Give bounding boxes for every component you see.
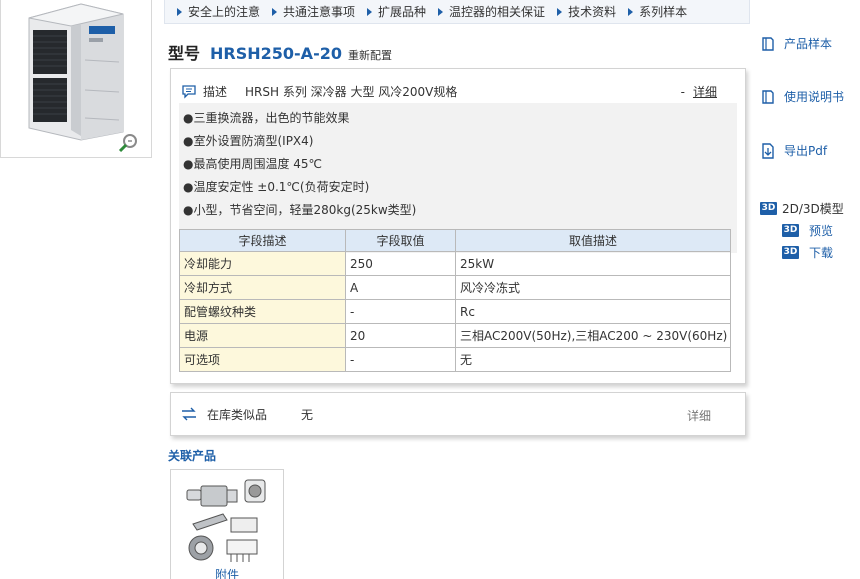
nav-item-variants[interactable]: 扩展品种 [367, 3, 426, 20]
value-desc-cell: 三相AC200V(50Hz),三相AC200 ~ 230V(60Hz) [455, 323, 731, 348]
reconfigure-link[interactable]: 重新配置 [348, 47, 392, 63]
feature-item: ●室外设置防滴型(IPX4) [183, 134, 314, 148]
feature-item: ●最高使用周围温度 45℃ [183, 157, 323, 171]
zoom-magnifier-icon[interactable] [117, 132, 139, 154]
3d-badge-icon: 3D [782, 246, 799, 259]
triangle-right-icon [557, 7, 563, 16]
value-cell: - [345, 299, 456, 324]
column-header: 字段取值 [345, 229, 456, 252]
top-nav-bar: 安全上的注意 共通注意事项 扩展品种 温控器的相关保证 技术资料 系列样本 [164, 0, 750, 24]
feature-item: ●小型，节省空间，轻量280kg(25kw类型) [183, 203, 417, 217]
related-products-title: 关联产品 [168, 449, 217, 463]
3d-badge-icon: 3D [760, 202, 777, 215]
similar-stock-value: 无 [301, 407, 314, 422]
model-code: HRSH250-A-20 [210, 44, 342, 63]
manual-link[interactable]: 使用说明书 [760, 88, 844, 105]
triangle-right-icon [628, 7, 634, 16]
triangle-right-icon [272, 7, 278, 16]
swap-arrows-icon [182, 407, 196, 421]
triangle-right-icon [438, 7, 444, 16]
similar-stock-label: 在库类似品 [207, 407, 268, 422]
feature-item: ●温度安定性 ±0.1℃(负荷安定时) [183, 180, 370, 194]
value-cell: A [345, 275, 456, 300]
triangle-right-icon [367, 7, 373, 16]
table-row: 冷却方式 A 风冷冷冻式 [179, 275, 731, 300]
model-title: 型号 HRSH250-A-20 重新配置 [168, 40, 392, 64]
description-header: 描述 HRSH 系列 深冷器 大型 风冷200V规格 - 详细 [181, 81, 731, 101]
nav-item-tech-docs[interactable]: 技术资料 [557, 3, 616, 20]
table-row: 电源 20 三相AC200V(50Hz),三相AC200 ~ 230V(60Hz… [179, 323, 731, 348]
field-cell: 冷却能力 [179, 251, 346, 276]
chiller-unit-image [28, 3, 124, 141]
description-more: - 详细 [680, 85, 717, 99]
table-row: 可选项 - 无 [179, 347, 731, 372]
column-header: 取值描述 [455, 229, 731, 252]
pdf-export-icon [762, 142, 774, 159]
value-desc-cell: 25kW [455, 251, 731, 276]
nav-item-safety[interactable]: 安全上的注意 [177, 3, 260, 20]
similar-stock-panel: 在库类似品 无 详细 [170, 392, 746, 436]
nav-item-common-notes[interactable]: 共通注意事项 [272, 3, 355, 20]
spec-table: 字段描述 字段取值 取值描述 冷却能力 250 25kW 冷却方式 A 风冷冷冻… [179, 229, 731, 372]
manual-book-icon [762, 89, 774, 104]
product-image-box[interactable] [0, 0, 152, 158]
similar-detail-link[interactable]: 详细 [687, 407, 711, 424]
book-icon [762, 36, 774, 51]
description-text: HRSH 系列 深冷器 大型 风冷200V规格 [245, 84, 458, 99]
column-header: 字段描述 [179, 229, 346, 252]
table-row: 冷却能力 250 25kW [179, 251, 731, 276]
feature-item: ●三重换流器，出色的节能效果 [183, 111, 350, 125]
export-pdf-link[interactable]: 导出Pdf [760, 142, 827, 159]
field-cell: 配管螺纹种类 [179, 299, 346, 324]
speech-bubble-icon [182, 85, 196, 99]
detail-link[interactable]: 详细 [693, 85, 717, 99]
model-2d3d-link[interactable]: 3D 2D/3D模型 [760, 200, 844, 217]
catalog-link[interactable]: 产品样本 [760, 35, 832, 52]
value-cell: 20 [345, 323, 456, 348]
nav-item-warranty[interactable]: 温控器的相关保证 [438, 3, 545, 20]
related-product-name[interactable]: 附件 [171, 566, 283, 579]
value-desc-cell: 风冷冷冻式 [455, 275, 731, 300]
value-cell: - [345, 347, 456, 372]
triangle-right-icon [177, 7, 182, 16]
value-desc-cell: Rc [455, 299, 731, 324]
value-desc-cell: 无 [455, 347, 731, 372]
field-cell: 冷却方式 [179, 275, 346, 300]
nav-item-series-catalog[interactable]: 系列样本 [628, 3, 687, 20]
download-3d-link[interactable]: 3D 下载 [782, 244, 833, 261]
accessories-image [186, 479, 266, 562]
description-panel: 描述 HRSH 系列 深冷器 大型 风冷200V规格 - 详细 ●三重换流器，出色… [170, 68, 746, 384]
value-cell: 250 [345, 251, 456, 276]
table-header-row: 字段描述 字段取值 取值描述 [179, 229, 731, 252]
related-product-card[interactable]: 附件 [170, 469, 284, 579]
preview-3d-link[interactable]: 3D 预览 [782, 222, 833, 239]
field-cell: 可选项 [179, 347, 346, 372]
3d-badge-icon: 3D [782, 224, 799, 237]
table-row: 配管螺纹种类 - Rc [179, 299, 731, 324]
model-label: 型号 [168, 44, 201, 63]
description-label: 描述 [203, 84, 228, 99]
field-cell: 电源 [179, 323, 346, 348]
